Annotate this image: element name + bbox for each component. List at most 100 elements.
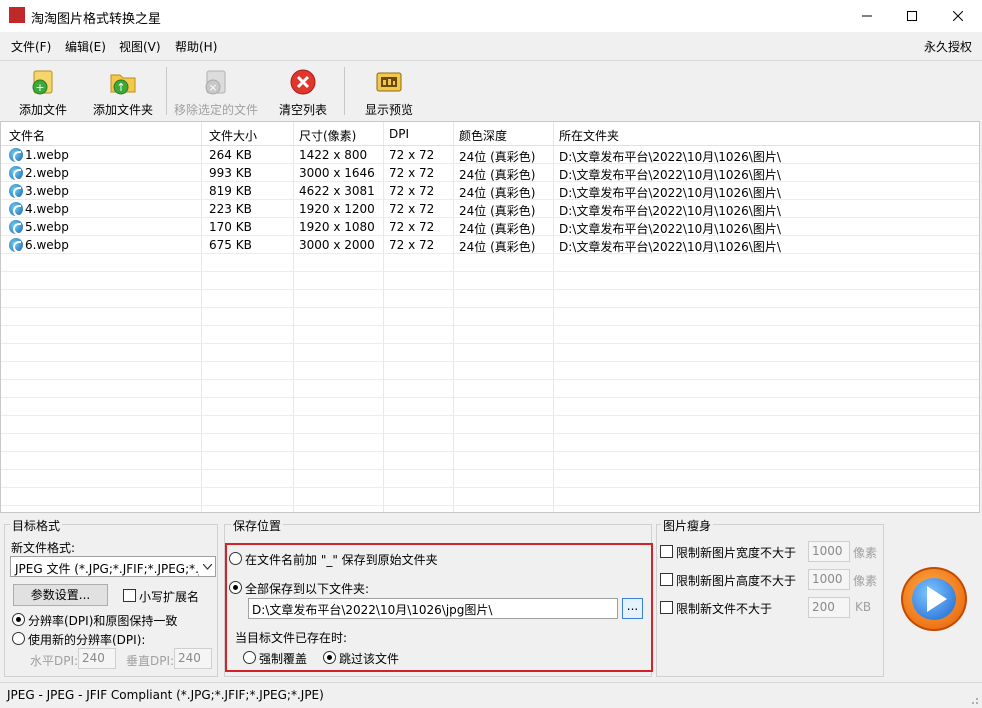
skip-radio[interactable] xyxy=(323,651,336,664)
params-settings-button[interactable]: 参数设置... xyxy=(13,584,108,606)
file-folder: D:\文章发布平台\2022\10月\1026\图片\ xyxy=(559,222,781,236)
webp-file-icon xyxy=(9,166,23,181)
empty-row xyxy=(1,290,979,308)
show-preview-label: 显示预览 xyxy=(364,103,413,117)
file-folder: D:\文章发布平台\2022\10月\1026\图片\ xyxy=(559,150,781,164)
add-folder-icon: ↑ xyxy=(108,67,138,97)
column-header-depth[interactable]: 颜色深度 xyxy=(459,127,507,144)
table-row[interactable]: 1.webp 264 KB 1422 x 800 72 x 72 24位 (真彩… xyxy=(1,146,979,164)
exists-label: 当目标文件已存在时: xyxy=(235,631,348,645)
file-size: 675 KB xyxy=(209,238,252,252)
file-size: 993 KB xyxy=(209,166,252,180)
save-all-radio[interactable] xyxy=(229,581,242,594)
dpi-new-label: 使用新的分辨率(DPI): xyxy=(28,633,146,647)
menu-view[interactable]: 视图(V) xyxy=(119,38,161,55)
file-dpi: 72 x 72 xyxy=(389,166,435,180)
overwrite-radio[interactable] xyxy=(243,651,256,664)
toolbar: + 添加文件 ↑ 添加文件夹 × 移除选定的文件 清空列表 显示预览 xyxy=(0,60,982,120)
license-link[interactable]: 永久授权 xyxy=(924,38,972,55)
table-row[interactable]: 4.webp 223 KB 1920 x 1200 72 x 72 24位 (真… xyxy=(1,200,979,218)
column-header-name[interactable]: 文件名 xyxy=(9,127,45,144)
h-dpi-input[interactable]: 240 xyxy=(78,648,116,669)
save-prefix-radio[interactable] xyxy=(229,552,242,565)
column-header-folder[interactable]: 所在文件夹 xyxy=(559,127,619,144)
browse-folder-button[interactable]: ... xyxy=(622,598,643,619)
file-folder: D:\文章发布平台\2022\10月\1026\图片\ xyxy=(559,186,781,200)
file-list[interactable]: 文件名 文件大小 尺寸(像素) DPI 颜色深度 所在文件夹 1.webp 26… xyxy=(0,121,980,513)
title-bar: 淘淘图片格式转换之星 xyxy=(0,0,982,32)
menu-file[interactable]: 文件(F) xyxy=(11,38,51,55)
webp-file-icon xyxy=(9,148,23,163)
dpi-keep-radio[interactable] xyxy=(12,613,25,626)
height-unit: 像素 xyxy=(853,574,878,588)
file-size: 223 KB xyxy=(209,202,252,216)
file-name: 4.webp xyxy=(25,202,69,216)
empty-row xyxy=(1,434,979,452)
empty-row xyxy=(1,326,979,344)
app-icon xyxy=(9,7,25,23)
remove-selected-button[interactable]: × 移除选定的文件 xyxy=(172,65,260,119)
add-file-label: 添加文件 xyxy=(18,103,67,117)
menu-edit[interactable]: 编辑(E) xyxy=(65,38,106,55)
size-input[interactable]: 200 xyxy=(808,597,850,618)
height-input[interactable]: 1000 xyxy=(808,569,850,590)
empty-row xyxy=(1,254,979,272)
v-dpi-label: 垂直DPI: xyxy=(126,654,175,668)
minimize-button[interactable] xyxy=(844,0,890,32)
close-button[interactable] xyxy=(935,0,981,32)
skip-label: 跳过该文件 xyxy=(339,652,400,666)
maximize-button[interactable] xyxy=(889,0,935,32)
file-depth: 24位 (真彩色) xyxy=(459,168,536,182)
file-name: 2.webp xyxy=(25,166,69,180)
limit-size-checkbox[interactable] xyxy=(660,601,673,614)
file-size: 819 KB xyxy=(209,184,252,198)
file-name: 5.webp xyxy=(25,220,69,234)
file-folder: D:\文章发布平台\2022\10月\1026\图片\ xyxy=(559,204,781,218)
add-file-button[interactable]: + 添加文件 xyxy=(12,65,74,119)
empty-row xyxy=(1,308,979,326)
lowercase-ext-checkbox[interactable] xyxy=(123,589,136,602)
save-location-title: 保存位置 xyxy=(231,517,284,534)
slim-title: 图片瘦身 xyxy=(661,517,714,534)
show-preview-button[interactable]: 显示预览 xyxy=(358,65,420,119)
limit-width-label: 限制新图片宽度不大于 xyxy=(676,546,797,560)
clear-list-button[interactable]: 清空列表 xyxy=(274,65,332,119)
file-depth: 24位 (真彩色) xyxy=(459,204,536,218)
output-folder-input[interactable]: D:\文章发布平台\2022\10月\1026\jpg图片\ xyxy=(248,598,618,619)
column-header-size[interactable]: 文件大小 xyxy=(209,127,257,144)
dpi-new-radio[interactable] xyxy=(12,632,25,645)
limit-height-checkbox[interactable] xyxy=(660,573,673,586)
format-select[interactable]: JPEG 文件 (*.JPG;*.JFIF;*.JPEG;*.JPE) xyxy=(10,556,216,577)
start-convert-button[interactable] xyxy=(901,567,967,631)
v-dpi-input[interactable]: 240 xyxy=(174,648,212,669)
table-row[interactable]: 2.webp 993 KB 3000 x 1646 72 x 72 24位 (真… xyxy=(1,164,979,182)
svg-text:×: × xyxy=(208,81,217,94)
file-dimensions: 4622 x 3081 xyxy=(299,184,375,198)
remove-selected-label: 移除选定的文件 xyxy=(173,103,258,117)
empty-row xyxy=(1,488,979,506)
window-title: 淘淘图片格式转换之星 xyxy=(31,12,162,27)
file-folder: D:\文章发布平台\2022\10月\1026\图片\ xyxy=(559,168,781,182)
table-row[interactable]: 6.webp 675 KB 3000 x 2000 72 x 72 24位 (真… xyxy=(1,236,979,254)
clear-list-label: 清空列表 xyxy=(278,103,327,117)
file-depth: 24位 (真彩色) xyxy=(459,240,536,254)
column-header-dimensions[interactable]: 尺寸(像素) xyxy=(299,127,356,144)
chevron-down-icon xyxy=(199,557,215,576)
limit-width-checkbox[interactable] xyxy=(660,545,673,558)
table-row[interactable]: 5.webp 170 KB 1920 x 1080 72 x 72 24位 (真… xyxy=(1,218,979,236)
file-name: 1.webp xyxy=(25,148,69,162)
file-dimensions: 3000 x 1646 xyxy=(299,166,375,180)
width-input[interactable]: 1000 xyxy=(808,541,850,562)
target-format-title: 目标格式 xyxy=(10,517,63,534)
resize-grip-icon[interactable] xyxy=(969,695,979,705)
add-folder-button[interactable]: ↑ 添加文件夹 xyxy=(88,65,158,119)
toolbar-separator xyxy=(166,67,167,115)
empty-row xyxy=(1,362,979,380)
table-row[interactable]: 3.webp 819 KB 4622 x 3081 72 x 72 24位 (真… xyxy=(1,182,979,200)
column-header-dpi[interactable]: DPI xyxy=(389,127,409,141)
file-dimensions: 3000 x 2000 xyxy=(299,238,375,252)
menu-help[interactable]: 帮助(H) xyxy=(175,38,217,55)
file-dpi: 72 x 72 xyxy=(389,202,435,216)
svg-text:↑: ↑ xyxy=(116,81,125,94)
file-name: 3.webp xyxy=(25,184,69,198)
